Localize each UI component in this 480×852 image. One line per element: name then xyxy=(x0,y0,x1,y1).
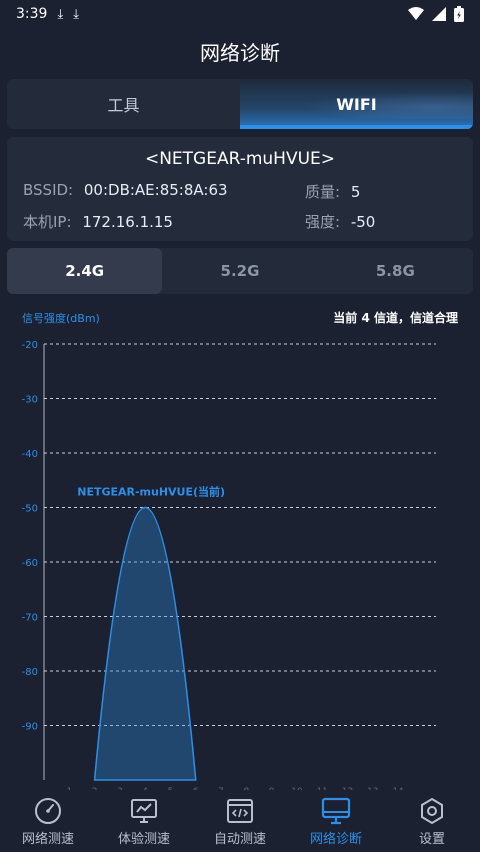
channel-chart: 信号强度(dBm) 当前 4 信道，信道合理 -20 -30 -40 -50 -60 -7… xyxy=(0,300,480,790)
y-tick-label: -90 xyxy=(22,722,38,733)
monitor-chart-icon xyxy=(131,799,157,823)
tab-tools[interactable]: 工具 xyxy=(7,79,240,129)
y-tick-label: -40 xyxy=(22,449,38,460)
nav-settings[interactable]: 设置 xyxy=(384,790,480,852)
wifi-signal-icon xyxy=(408,7,424,20)
nav-label: 设置 xyxy=(418,832,445,847)
nav-experience-speed[interactable]: 体验测速 xyxy=(96,790,192,852)
quality-row: 质量: 5 xyxy=(305,181,360,202)
bssid-value: 00:DB:AE:85:8A:63 xyxy=(83,181,228,199)
download-icon: ⤓ xyxy=(73,6,79,22)
nav-label: 自动测速 xyxy=(213,832,266,847)
battery-icon xyxy=(454,6,464,22)
bssid-label: BSSID: xyxy=(23,181,74,199)
bottom-nav: 网络测速 体验测速 自动测速 网络诊断 设置 xyxy=(0,790,480,852)
channel-chart-svg: 信号强度(dBm) 当前 4 信道，信道合理 -20 -30 -40 -50 -60 -7… xyxy=(22,310,458,790)
y-tick-label: -60 xyxy=(22,558,38,569)
band-5-2g[interactable]: 5.2G xyxy=(162,248,317,294)
page-title: 网络诊断 xyxy=(200,41,280,65)
hexagon-gear-icon xyxy=(421,797,443,825)
ip-row: 本机IP: 172.16.1.15 xyxy=(23,211,173,232)
nav-label: 体验测速 xyxy=(117,832,170,847)
y-tick-label: -80 xyxy=(22,667,38,678)
y-tick-label: -50 xyxy=(22,504,38,515)
strength-row: 强度: -50 xyxy=(305,211,375,232)
band-label: 5.8G xyxy=(375,262,415,280)
quality-value: 5 xyxy=(350,183,361,201)
band-label: 2.4G xyxy=(65,262,105,280)
nav-label: 网络测速 xyxy=(21,832,74,847)
chart-ylabel: 信号强度(dBm) xyxy=(22,311,100,325)
speedometer-icon xyxy=(35,798,61,824)
tab-label: 工具 xyxy=(107,96,140,115)
band-5-8g[interactable]: 5.8G xyxy=(318,248,473,294)
nav-network-diagnosis[interactable]: 网络诊断 xyxy=(288,790,384,852)
tab-wifi[interactable]: WIFI xyxy=(240,79,473,129)
status-bar: 3:39 ⤓ ⤓ xyxy=(0,0,480,28)
strength-value: -50 xyxy=(350,213,376,231)
y-tick-label: -30 xyxy=(22,395,38,406)
signal-curve xyxy=(93,506,197,781)
ip-value: 172.16.1.15 xyxy=(82,213,173,231)
nav-label: 网络诊断 xyxy=(309,832,362,847)
chart-summary: 当前 4 信道，信道合理 xyxy=(333,310,458,325)
top-tabs: 工具 WIFI xyxy=(7,79,473,129)
wifi-ssid: <NETGEAR-muHVUE> xyxy=(144,149,336,169)
band-2-4g[interactable]: 2.4G xyxy=(7,248,163,294)
bssid-row: BSSID: 00:DB:AE:85:8A:63 xyxy=(23,181,228,199)
tab-label: WIFI xyxy=(336,94,377,114)
band-selector: 2.4G 5.2G 5.8G xyxy=(7,248,473,294)
wifi-info-card: <NETGEAR-muHVUE> BSSID: 00:DB:AE:85:8A:6… xyxy=(7,137,473,241)
y-tick-label: -20 xyxy=(22,340,38,351)
strength-label: 强度: xyxy=(305,213,341,231)
nav-auto-speed[interactable]: 自动测速 xyxy=(192,790,288,852)
ip-label: 本机IP: xyxy=(23,213,72,231)
y-tick-label: -70 xyxy=(22,613,38,624)
band-label: 5.2G xyxy=(220,262,260,280)
quality-label: 质量: xyxy=(305,183,341,201)
desktop-icon xyxy=(321,797,351,825)
download-icon: ⤓ xyxy=(57,6,64,22)
cell-signal-icon xyxy=(432,7,446,21)
nav-network-speed[interactable]: 网络测速 xyxy=(0,790,96,852)
series-label: NETGEAR-muHVUE(当前) xyxy=(77,485,225,499)
status-time: 3:39 xyxy=(16,6,48,22)
code-window-icon xyxy=(227,799,253,823)
